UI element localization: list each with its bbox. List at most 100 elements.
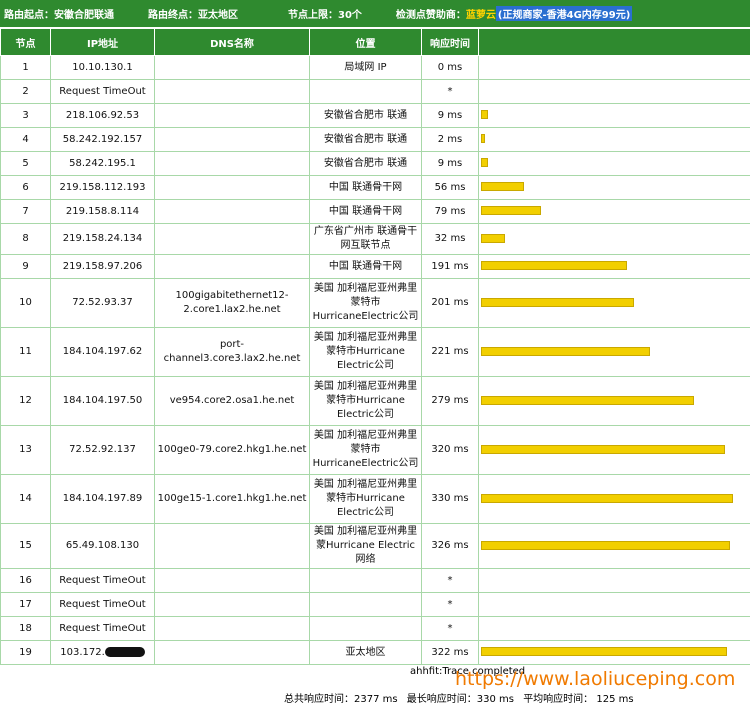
time-cell: * bbox=[421, 592, 479, 617]
ip-cell-text: 219.158.8.114 bbox=[65, 205, 140, 217]
time-cell-text: 279 ms bbox=[431, 395, 469, 406]
bar-cell bbox=[478, 474, 750, 524]
location-cell-text: 安徽省合肥市 联通 bbox=[323, 133, 408, 145]
location-cell-text: 美国 加利福尼亚州弗里蒙特市Hurricane Electric公司 bbox=[313, 479, 418, 518]
node-cell-text: 19 bbox=[19, 646, 32, 658]
dns-cell bbox=[154, 127, 310, 152]
time-cell: 201 ms bbox=[421, 278, 479, 328]
node-cell: 6 bbox=[0, 175, 51, 200]
time-cell-text: 9 ms bbox=[437, 157, 463, 169]
node-cell: 18 bbox=[0, 616, 51, 641]
time-cell-text: * bbox=[447, 598, 453, 610]
ip-cell-text: Request TimeOut bbox=[59, 85, 146, 97]
col-location: 位置 bbox=[309, 28, 422, 56]
bar-cell bbox=[478, 327, 750, 377]
summary-line: 总共响应时间：2377 ms 最长响应时间：330 ms 平均响应时间： 125… bbox=[284, 690, 640, 705]
location-cell: 局域网 IP bbox=[309, 55, 422, 80]
time-cell-text: 330 ms bbox=[431, 493, 469, 504]
col-dns: DNS名称 bbox=[154, 28, 310, 56]
dns-cell: port-channel3.core3.lax2.he.net bbox=[154, 327, 310, 377]
location-cell-text: 安徽省合肥市 联通 bbox=[323, 157, 408, 169]
bar-cell bbox=[478, 592, 750, 617]
route-start: 路由起点：安徽合肥联通 bbox=[4, 10, 114, 21]
dns-cell-text: 100gigabitethernet12-2.core1.lax2.he.net bbox=[175, 290, 289, 315]
time-cell: 9 ms bbox=[421, 103, 479, 128]
location-cell-text: 中国 联通骨干网 bbox=[328, 181, 403, 193]
time-cell: 320 ms bbox=[421, 425, 479, 475]
dns-cell bbox=[154, 55, 310, 80]
location-cell: 美国 加利福尼亚州弗里蒙特市HurricaneElectric公司 bbox=[309, 425, 422, 475]
location-cell-text: 安徽省合肥市 联通 bbox=[323, 109, 408, 121]
ip-cell: 184.104.197.62 bbox=[50, 327, 155, 377]
dns-cell-text: ve954.core2.osa1.he.net bbox=[169, 395, 295, 406]
bar-cell bbox=[478, 199, 750, 224]
time-cell-text: 191 ms bbox=[431, 260, 469, 272]
node-cell: 14 bbox=[0, 474, 51, 524]
response-time-bar bbox=[481, 158, 488, 167]
location-cell-text: 美国 加利福尼亚州弗里蒙特市HurricaneElectric公司 bbox=[312, 430, 419, 469]
response-time-bar bbox=[481, 182, 524, 191]
bar-cell bbox=[478, 55, 750, 80]
node-cell-text: 2 bbox=[22, 85, 29, 97]
ip-cell-text: 184.104.197.50 bbox=[62, 395, 143, 406]
location-cell-text: 广东省广州市 联通骨干网互联节点 bbox=[313, 226, 418, 251]
ip-cell-text: 184.104.197.62 bbox=[62, 346, 143, 357]
dns-cell bbox=[154, 103, 310, 128]
response-time-bar bbox=[481, 540, 730, 550]
ip-cell-text: Request TimeOut bbox=[59, 622, 146, 634]
bar-cell bbox=[478, 127, 750, 152]
bar-cell bbox=[478, 425, 750, 475]
table-header-row: 节点 IP地址 DNS名称 位置 响应时间 bbox=[0, 28, 750, 56]
table-row: 15 65.49.108.130 美国 加利福尼亚州弗里蒙Hurricane Ele… bbox=[0, 523, 750, 569]
time-cell-text: 201 ms bbox=[431, 297, 469, 308]
watermark-url: https://www.laoliuceping.com bbox=[455, 668, 736, 690]
time-cell-text: * bbox=[447, 85, 453, 97]
location-cell-text: 美国 加利福尼亚州弗里蒙特市Hurricane Electric公司 bbox=[313, 332, 418, 371]
ip-cell-text: 58.242.192.157 bbox=[62, 133, 143, 145]
ip-cell: Request TimeOut bbox=[50, 79, 155, 104]
dns-cell-text: 100ge15-1.core1.hkg1.he.net bbox=[157, 493, 307, 504]
col-bar bbox=[478, 28, 750, 56]
node-cell: 15 bbox=[0, 523, 51, 569]
dns-cell-text: port-channel3.core3.lax2.he.net bbox=[163, 339, 301, 364]
ip-cell-text: 72.52.92.137 bbox=[69, 444, 136, 455]
node-cell: 12 bbox=[0, 376, 51, 426]
time-cell: 330 ms bbox=[421, 474, 479, 524]
time-cell-text: 9 ms bbox=[437, 109, 463, 121]
max-time: 最长响应时间：330 ms bbox=[406, 694, 514, 705]
ip-cell: Request TimeOut bbox=[50, 568, 155, 593]
time-cell-text: 32 ms bbox=[434, 233, 466, 244]
sponsor-note-link[interactable]: (正规商家-香港4G内存99元) bbox=[495, 6, 633, 21]
response-time-bar bbox=[481, 493, 733, 503]
ip-cell: 72.52.92.137 bbox=[50, 425, 155, 475]
time-cell-text: 221 ms bbox=[431, 346, 469, 357]
bar-cell bbox=[478, 175, 750, 200]
location-cell-text: 美国 加利福尼亚州弗里蒙特市HurricaneElectric公司 bbox=[312, 283, 419, 322]
node-cell: 3 bbox=[0, 103, 51, 128]
node-cell-text: 9 bbox=[22, 260, 29, 272]
col-response-time: 响应时间 bbox=[421, 28, 479, 56]
table-row: 3 218.106.92.53 安徽省合肥市 联通 9 ms bbox=[0, 103, 750, 128]
node-cell-text: 12 bbox=[19, 395, 32, 406]
dns-cell bbox=[154, 175, 310, 200]
response-time-bar bbox=[481, 444, 725, 454]
table-row: 11 184.104.197.62 port-channel3.core3.lax2… bbox=[0, 327, 750, 377]
node-cell-text: 15 bbox=[19, 540, 32, 551]
response-time-bar bbox=[481, 261, 627, 270]
response-time-bar bbox=[481, 206, 541, 215]
sponsor-name-link[interactable]: 蓝萝云 bbox=[466, 6, 496, 21]
location-cell-text: 美国 加利福尼亚州弗里蒙Hurricane Electric网络 bbox=[313, 526, 418, 565]
ip-cell-text: 184.104.197.89 bbox=[62, 493, 143, 504]
node-cell: 5 bbox=[0, 151, 51, 176]
node-cell-text: 14 bbox=[19, 493, 32, 504]
table-row: 7 219.158.8.114 中国 联通骨干网 79 ms bbox=[0, 199, 750, 224]
time-cell: 221 ms bbox=[421, 327, 479, 377]
node-cell-text: 13 bbox=[19, 444, 32, 455]
location-cell: 美国 加利福尼亚州弗里蒙特市HurricaneElectric公司 bbox=[309, 278, 422, 328]
node-cell: 1 bbox=[0, 55, 51, 80]
dns-cell bbox=[154, 568, 310, 593]
time-cell-text: 326 ms bbox=[431, 540, 469, 551]
trace-rows: 1 10.10.130.1 局域网 IP 0 ms 2 Request TimeOut * 3… bbox=[0, 55, 750, 665]
node-cell-text: 7 bbox=[22, 205, 29, 217]
dns-cell-text: 100ge0-79.core2.hkg1.he.net bbox=[157, 444, 307, 455]
